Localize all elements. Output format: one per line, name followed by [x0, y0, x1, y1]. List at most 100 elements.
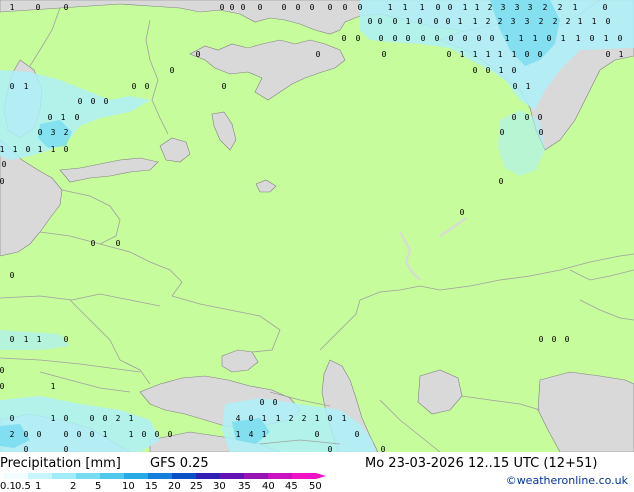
precip-value: 1: [13, 145, 18, 154]
precip-value: 0: [565, 335, 570, 344]
precip-value: 0: [418, 17, 423, 26]
precip-value: 1: [24, 82, 29, 91]
precip-value: 0: [406, 34, 411, 43]
precip-value: 0: [249, 414, 254, 423]
product-title: Precipitation [mm]: [0, 456, 121, 471]
precip-value: 0: [64, 3, 69, 12]
precip-value: 0: [393, 34, 398, 43]
precipitation-map: 1000000000000111001123332210000100011223…: [0, 0, 634, 452]
precip-value: 0: [222, 82, 227, 91]
precip-value: 1: [592, 17, 597, 26]
precip-value: 0: [64, 335, 69, 344]
precip-value: 0: [0, 382, 5, 391]
precip-value: 3: [525, 17, 530, 26]
legend-tick-label: 1: [35, 481, 42, 492]
precip-value: 0: [77, 430, 82, 439]
precip-value: 0: [328, 3, 333, 12]
precip-value: 0: [103, 414, 108, 423]
legend-tick-label: 25: [190, 481, 203, 492]
precip-value: 0: [590, 34, 595, 43]
precip-value: 0: [547, 34, 552, 43]
legend-tick-label: 30: [213, 481, 226, 492]
precip-value: 2: [566, 17, 571, 26]
precip-value: 1: [499, 66, 504, 75]
precip-value: 1: [475, 3, 480, 12]
precip-value: 1: [473, 17, 478, 26]
precip-value: 0: [273, 398, 278, 407]
precip-value: 0: [48, 113, 53, 122]
precip-value: 2: [553, 17, 558, 26]
precip-value: 1: [51, 145, 56, 154]
precip-value: 0: [618, 34, 623, 43]
precip-value: 1: [473, 50, 478, 59]
precip-value: 3: [51, 128, 56, 137]
precip-value: 2: [10, 430, 15, 439]
precip-value: 0: [315, 430, 320, 439]
precip-value: 0: [36, 3, 41, 12]
map-canvas: 1 0 0 0 0 0 0 0 0 0 0 0 0 1 1 1 0 0 1 1 2 3 3 3 2 2 1 00 0 0 1 0 0 0 1 1 2 2 3…: [0, 0, 634, 452]
precip-value: 0: [142, 430, 147, 439]
precip-value: 1: [460, 50, 465, 59]
precip-value: 0: [606, 50, 611, 59]
precip-value: 1: [315, 414, 320, 423]
precip-value: 1: [576, 34, 581, 43]
legend-tick-label: 50: [309, 481, 322, 492]
legend-tick-label: 10: [122, 481, 135, 492]
precip-value: 2: [543, 3, 548, 12]
precip-value: 2: [116, 414, 121, 423]
precip-value: 0: [24, 445, 29, 452]
precip-value: 0: [539, 128, 544, 137]
precip-value: 1: [236, 430, 241, 439]
precip-value: 2: [64, 128, 69, 137]
precip-value: 0: [512, 113, 517, 122]
precip-value: 0: [37, 430, 42, 439]
precip-value: 1: [24, 335, 29, 344]
precip-value: 0: [90, 414, 95, 423]
precip-value: 0: [460, 208, 465, 217]
precip-value: 1: [10, 3, 15, 12]
legend-tick-label: 5: [95, 481, 102, 492]
precip-value: 1: [0, 145, 5, 154]
precip-value: 0: [552, 335, 557, 344]
precip-value: 0: [10, 271, 15, 280]
precip-value: 0: [78, 97, 83, 106]
precip-value: 0: [447, 50, 452, 59]
precip-value: 1: [51, 414, 56, 423]
precip-value: 0: [379, 34, 384, 43]
precip-value: 0: [64, 445, 69, 452]
credit-link[interactable]: ©weatheronline.co.uk: [506, 474, 628, 487]
precip-value: 0: [378, 17, 383, 26]
precip-value: 1: [505, 34, 510, 43]
precip-value: 0: [393, 17, 398, 26]
precip-value: 0: [473, 66, 478, 75]
precip-value: 1: [519, 34, 524, 43]
precip-value: 0: [463, 34, 468, 43]
precip-value: 0: [91, 97, 96, 106]
precip-value: 0: [421, 34, 426, 43]
precip-value: 0: [310, 3, 315, 12]
legend-tick-label: 0.5: [15, 481, 31, 492]
precip-value: 2: [486, 17, 491, 26]
legend-tick-label: 20: [168, 481, 181, 492]
precip-value: 1: [573, 3, 578, 12]
legend-tick-label: 40: [262, 481, 275, 492]
precip-value: 1: [403, 3, 408, 12]
precip-value: 0: [10, 414, 15, 423]
precip-value: 0: [64, 414, 69, 423]
precip-value: 0: [603, 3, 608, 12]
precip-value: 0: [64, 145, 69, 154]
model-name: GFS 0.25: [150, 456, 209, 471]
precip-value: 0: [606, 17, 611, 26]
precip-value: 1: [578, 17, 583, 26]
precip-value: 1: [526, 82, 531, 91]
precip-value: 1: [262, 414, 267, 423]
precip-value: 0: [104, 97, 109, 106]
precip-value: 0: [260, 398, 265, 407]
precip-value: 0: [435, 34, 440, 43]
precip-value: 1: [388, 3, 393, 12]
precip-value: 0: [328, 445, 333, 452]
precip-value: 3: [515, 3, 520, 12]
precip-value: 4: [236, 414, 241, 423]
precip-value: 0: [368, 17, 373, 26]
precip-value: 1: [37, 335, 42, 344]
